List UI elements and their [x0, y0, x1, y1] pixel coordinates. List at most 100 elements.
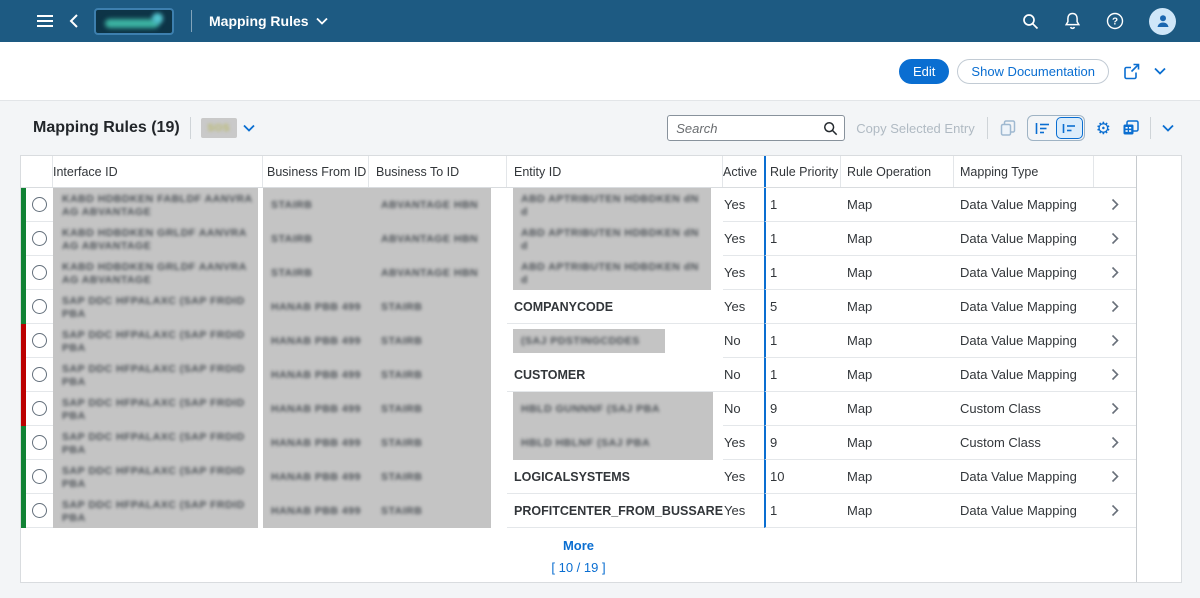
cell-mapping-type: Data Value Mapping — [954, 494, 1094, 528]
cell-business-from-to: HANAB PBB 499STAIRB — [263, 290, 507, 324]
share-menu-button[interactable] — [1154, 67, 1166, 75]
header-business-from-id: Business From ID — [263, 156, 369, 187]
mapping-rules-table-card: Interface ID Business From ID Business T… — [20, 155, 1182, 583]
help-button[interactable]: ? — [1106, 12, 1124, 30]
divider — [190, 117, 191, 139]
row-radio-button[interactable] — [32, 503, 47, 518]
table-header-row: Interface ID Business From ID Business T… — [21, 156, 1136, 188]
cell-interface-id: SAP DDC HFPALAXC (SAP FRDIDPBA — [53, 324, 263, 358]
redacted-business-from-to: HANAB PBB 499STAIRB — [263, 494, 491, 528]
row-navigate-button[interactable] — [1094, 222, 1136, 256]
cell-rule-operation: Map — [841, 494, 954, 528]
chevron-right-icon — [1111, 436, 1119, 449]
chevron-down-icon — [1162, 124, 1174, 132]
cell-rule-priority: 1 — [764, 358, 841, 392]
redacted-business-from-to: HANAB PBB 499STAIRB — [263, 290, 491, 324]
cell-entity-id: COMPANYCODE — [507, 290, 723, 324]
cell-rule-priority: 1 — [764, 494, 841, 528]
variant-menu-button[interactable] — [243, 124, 255, 132]
notifications-button[interactable] — [1064, 12, 1081, 30]
expand-rows-button[interactable] — [1056, 117, 1083, 139]
edit-button[interactable]: Edit — [899, 59, 949, 84]
search-input[interactable] — [676, 121, 823, 136]
header-rule-priority: Rule Priority — [764, 156, 841, 187]
redacted-entity-id: (SAJ PDSTINGCDDES — [513, 329, 665, 353]
cell-interface-id: KABD HDBDKEN GRLDF AANVRAAG ABVANTAGE — [53, 256, 263, 290]
row-radio-button[interactable] — [32, 435, 47, 450]
export-button[interactable] — [1122, 120, 1139, 136]
cell-business-from-to: HANAB PBB 499STAIRB — [263, 392, 507, 426]
row-radio-button[interactable] — [32, 231, 47, 246]
row-navigate-button[interactable] — [1094, 426, 1136, 460]
more-button[interactable]: More — [563, 538, 594, 553]
export-spreadsheet-icon — [1122, 120, 1139, 136]
cell-rule-priority: 1 — [764, 222, 841, 256]
table-row[interactable]: SAP DDC HFPALAXC (SAP FRDIDPBA HANAB PBB… — [21, 290, 1136, 324]
shell-search-button[interactable] — [1022, 13, 1039, 30]
search-icon — [1022, 13, 1039, 30]
redacted-entity-id: HBLD HBLNF (SAJ PBA — [513, 426, 713, 460]
table-row[interactable]: SAP DDC HFPALAXC (SAP FRDIDPBA HANAB PBB… — [21, 460, 1136, 494]
redacted-business-from-to: HANAB PBB 499STAIRB — [263, 324, 491, 358]
redacted-entity-id: HBLD GUNNNF (SAJ PBA — [513, 392, 713, 426]
cell-business-from-to: HANAB PBB 499STAIRB — [263, 426, 507, 460]
back-button[interactable] — [69, 13, 79, 29]
cell-interface-id: SAP DDC HFPALAXC (SAP FRDIDPBA — [53, 392, 263, 426]
export-menu-button[interactable] — [1162, 124, 1174, 132]
cell-rule-operation: Map — [841, 188, 954, 222]
table-row[interactable]: SAP DDC HFPALAXC (SAP FRDIDPBA HANAB PBB… — [21, 426, 1136, 460]
table-row[interactable]: KABD HDBDKEN GRLDF AANVRAAG ABVANTAGE ST… — [21, 256, 1136, 290]
user-avatar[interactable] — [1149, 8, 1176, 35]
row-navigate-button[interactable] — [1094, 188, 1136, 222]
row-navigate-button[interactable] — [1094, 392, 1136, 426]
row-radio-button[interactable] — [32, 367, 47, 382]
row-navigate-button[interactable] — [1094, 256, 1136, 290]
chevron-down-icon — [316, 17, 328, 25]
app-title-menu[interactable]: Mapping Rules — [209, 13, 328, 29]
cell-entity-id: HBLD GUNNNF (SAJ PBA — [507, 392, 723, 426]
copy-selected-entry-button[interactable]: Copy Selected Entry — [856, 121, 975, 136]
row-radio-button[interactable] — [32, 265, 47, 280]
chevron-right-icon — [1111, 334, 1119, 347]
row-navigate-button[interactable] — [1094, 358, 1136, 392]
search-icon[interactable] — [823, 121, 838, 136]
redacted-business-from-to: STAIRBABVANTAGE HBN — [263, 222, 491, 256]
show-documentation-button[interactable]: Show Documentation — [957, 59, 1109, 84]
row-navigate-button[interactable] — [1094, 324, 1136, 358]
copy-button[interactable] — [1000, 120, 1016, 136]
cell-entity-id: LOGICALSYSTEMS — [507, 460, 723, 494]
row-radio-button[interactable] — [32, 299, 47, 314]
condensed-rows-icon — [1035, 122, 1050, 135]
redacted-business-from-to: HANAB PBB 499STAIRB — [263, 358, 491, 392]
row-navigate-button[interactable] — [1094, 290, 1136, 324]
table-row[interactable]: KABD HDBDKEN FABLDF AANVRAAG ABVANTAGE S… — [21, 188, 1136, 222]
header-business-to-id: Business To ID — [369, 156, 507, 187]
row-select-cell — [26, 290, 53, 324]
redacted-business-from-to: HANAB PBB 499STAIRB — [263, 392, 491, 426]
share-button[interactable] — [1123, 63, 1140, 80]
table-row[interactable]: SAP DDC HFPALAXC (SAP FRDIDPBA HANAB PBB… — [21, 358, 1136, 392]
table-row[interactable]: SAP DDC HFPALAXC (SAP FRDIDPBA HANAB PBB… — [21, 324, 1136, 358]
collapse-rows-button[interactable] — [1029, 117, 1056, 139]
row-radio-button[interactable] — [32, 401, 47, 416]
row-select-cell — [26, 426, 53, 460]
row-radio-button[interactable] — [32, 469, 47, 484]
table-settings-button[interactable]: ⚙ — [1096, 120, 1111, 137]
row-navigate-button[interactable] — [1094, 494, 1136, 528]
cell-mapping-type: Data Value Mapping — [954, 188, 1094, 222]
svg-text:?: ? — [1112, 17, 1118, 28]
row-navigate-button[interactable] — [1094, 460, 1136, 494]
cell-interface-id: KABD HDBDKEN FABLDF AANVRAAG ABVANTAGE — [53, 188, 263, 222]
chevron-down-icon — [243, 124, 255, 132]
variant-selector-redacted[interactable]: SOS — [201, 118, 237, 138]
table-search — [667, 115, 845, 141]
shell-bar: Mapping Rules ? — [0, 0, 1200, 42]
menu-icon[interactable] — [36, 14, 54, 28]
header-mapping-type: Mapping Type — [954, 156, 1094, 187]
row-select-cell — [26, 494, 53, 528]
row-radio-button[interactable] — [32, 197, 47, 212]
table-row[interactable]: SAP DDC HFPALAXC (SAP FRDIDPBA HANAB PBB… — [21, 392, 1136, 426]
row-radio-button[interactable] — [32, 333, 47, 348]
table-row[interactable]: SAP DDC HFPALAXC (SAP FRDIDPBA HANAB PBB… — [21, 494, 1136, 528]
table-row[interactable]: KABD HDBDKEN GRLDF AANVRAAG ABVANTAGE ST… — [21, 222, 1136, 256]
